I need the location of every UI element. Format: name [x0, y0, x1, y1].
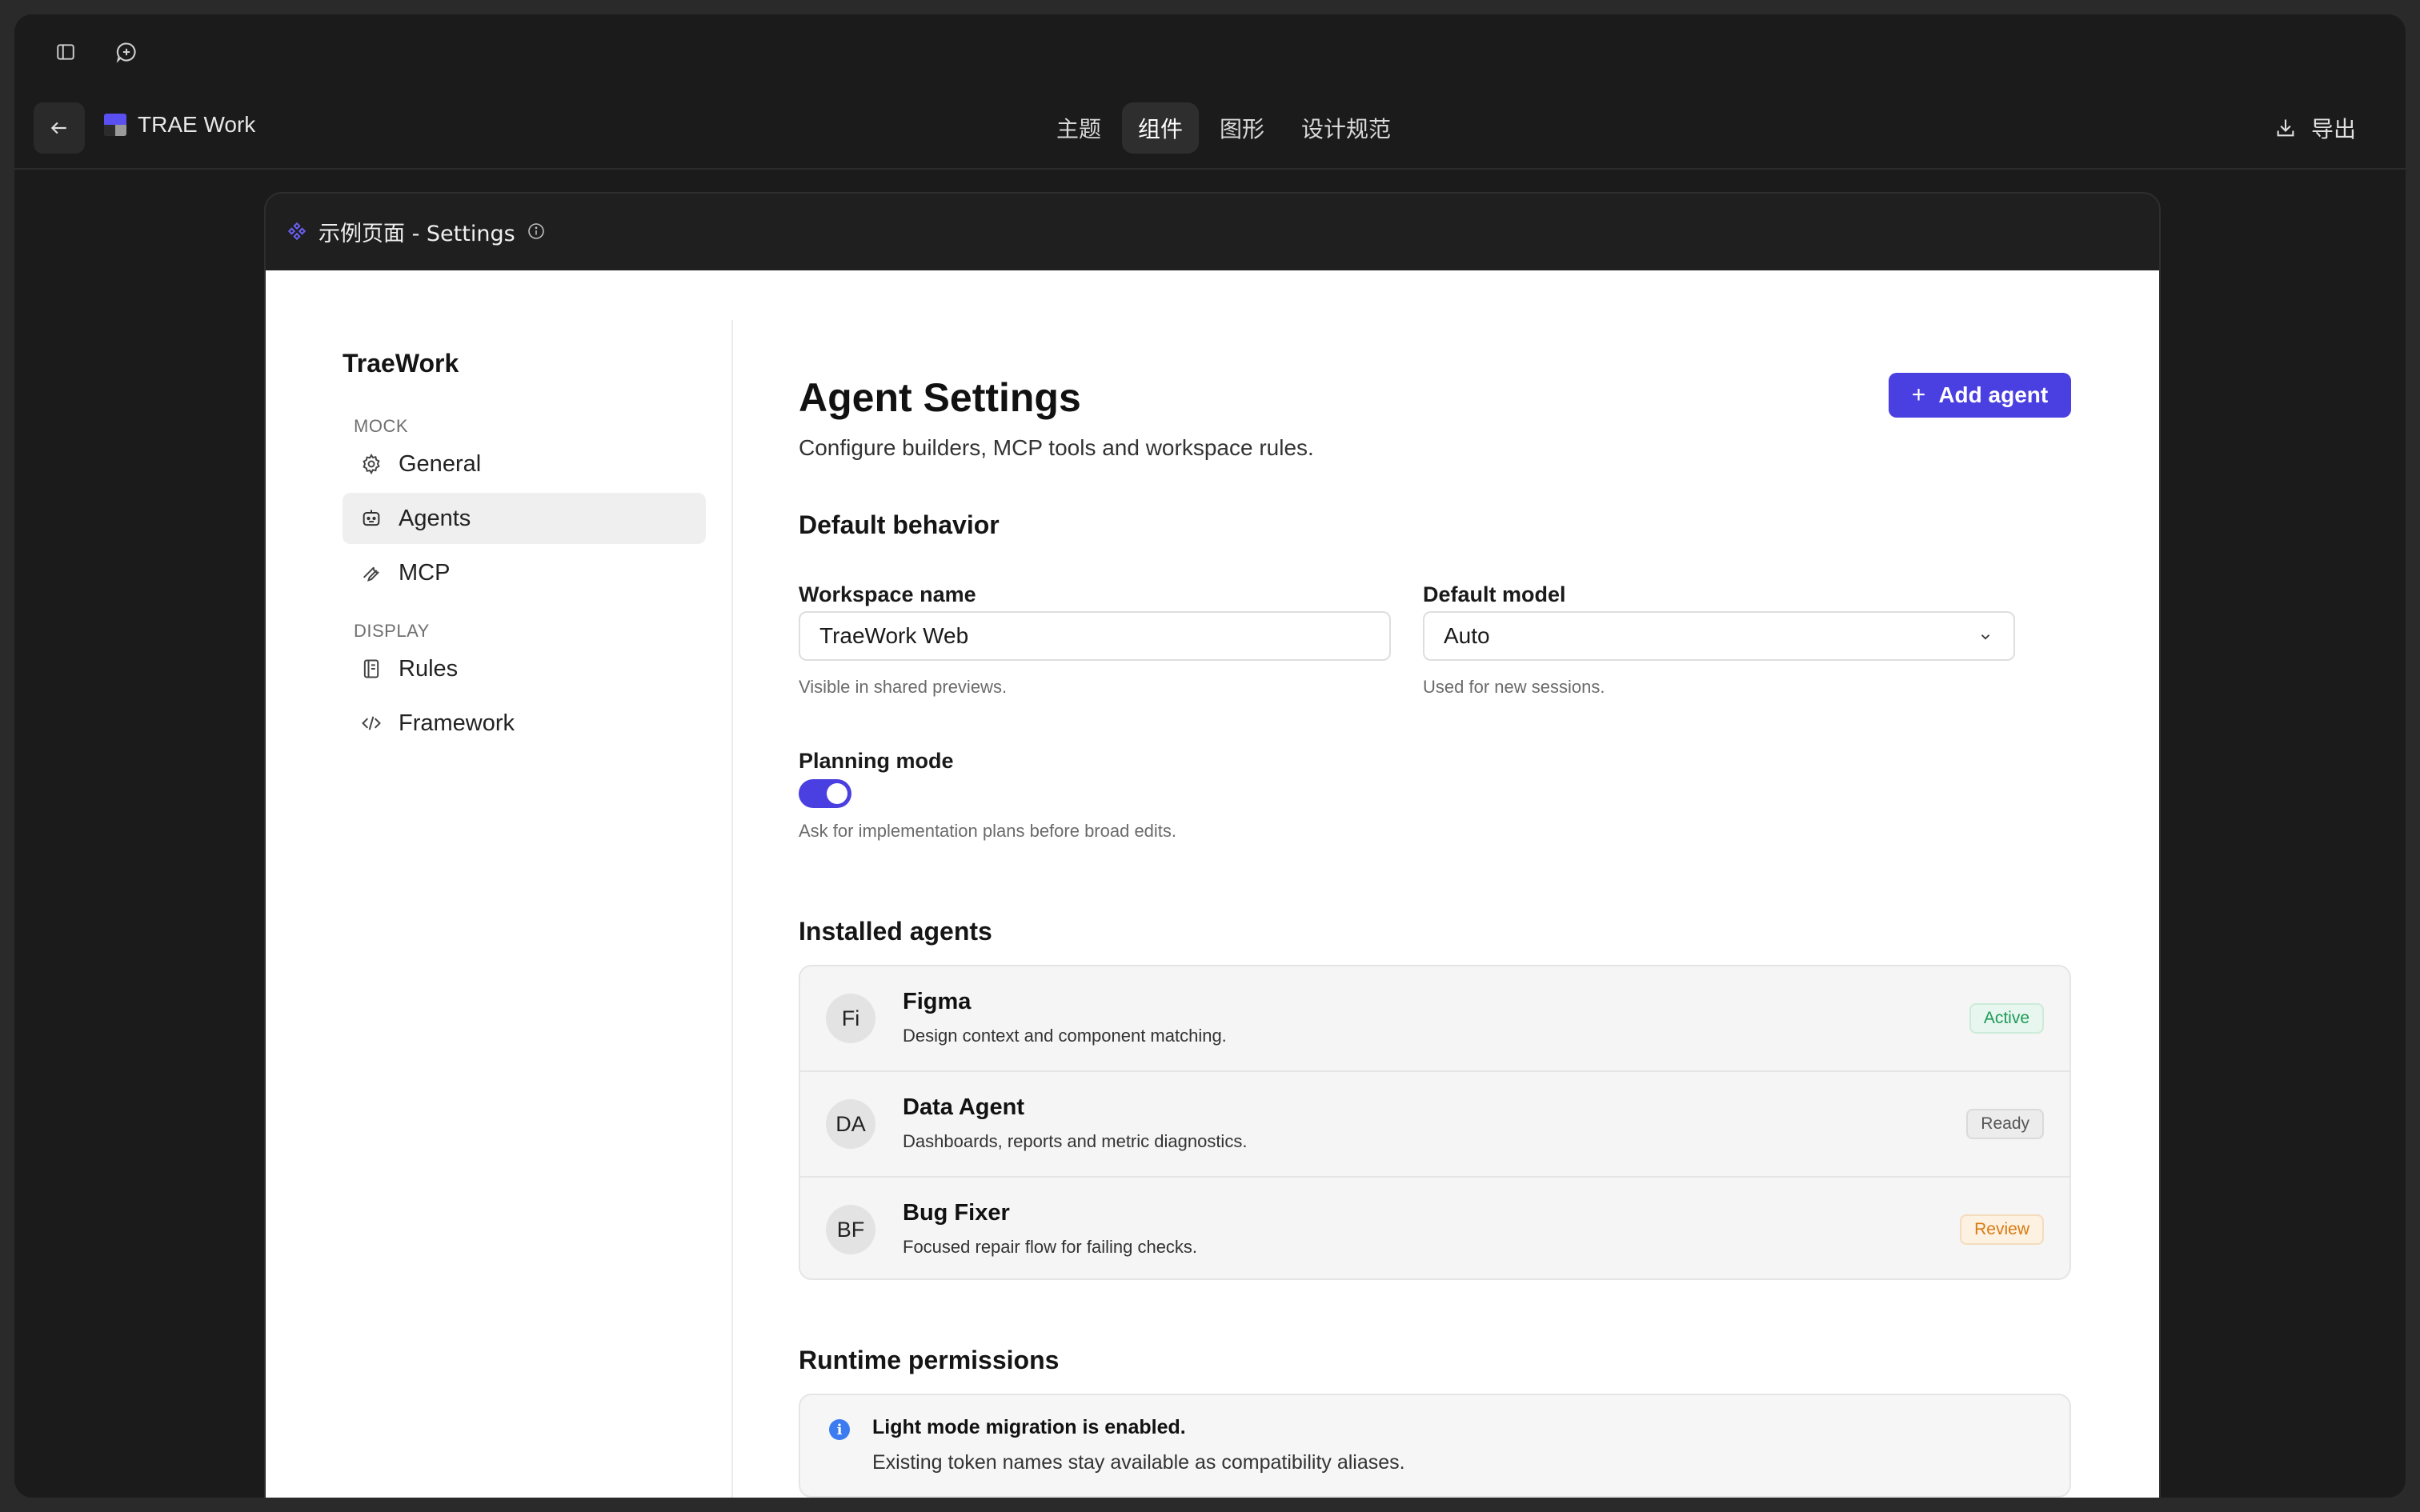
plus-icon: + — [1911, 382, 1926, 408]
export-label: 导出 — [2310, 116, 2356, 142]
agent-name: Figma — [903, 989, 972, 1014]
top-tabs: 主题 组件 图形 设计规范 — [1040, 102, 1407, 154]
brand-name: TRAE Work — [138, 112, 256, 137]
sidebar-toggle-icon[interactable] — [46, 33, 85, 71]
book-icon — [363, 659, 379, 678]
preview-title: 示例页面 - Settings — [319, 221, 515, 246]
installed-agents-heading: Installed agents — [799, 917, 992, 946]
agent-name: Bug Fixer — [903, 1200, 1010, 1226]
agent-description: Dashboards, reports and metric diagnosti… — [903, 1131, 1248, 1151]
download-icon — [2277, 119, 2294, 137]
sidebar-title: TraeWork — [343, 349, 459, 378]
wrench-icon — [363, 566, 379, 582]
sidebar-section-display: DISPLAY — [354, 621, 430, 641]
list-item[interactable]: BF Bug Fixer Focused repair flow for fai… — [800, 1178, 2069, 1278]
preview-frame: 示例页面 - Settings TraeWork MOCK General Ag… — [264, 192, 2161, 1498]
workspace-name-input[interactable]: TraeWork Web — [799, 611, 1391, 661]
info-icon: i — [829, 1419, 850, 1440]
arrow-left-icon — [50, 122, 66, 134]
tab-components[interactable]: 组件 — [1122, 102, 1200, 154]
default-model-label: Default model — [1423, 582, 1566, 606]
info-icon[interactable] — [527, 222, 546, 241]
back-button[interactable] — [34, 102, 85, 154]
export-button[interactable]: 导出 — [2274, 112, 2356, 144]
add-agent-label: Add agent — [1938, 382, 2049, 407]
toggle-knob — [827, 783, 847, 804]
workspace-name-hint: Visible in shared previews. — [799, 677, 1008, 697]
page-title: Agent Settings — [799, 375, 1081, 420]
settings-main: Agent Settings Configure builders, MCP t… — [799, 270, 2159, 1498]
sidebar-item-label: General — [399, 450, 482, 477]
tab-graphics[interactable]: 图形 — [1204, 102, 1280, 154]
sidebar-item-label: Agents — [399, 505, 471, 531]
status-badge: Active — [1969, 1003, 2044, 1034]
sidebar-item-mcp[interactable]: MCP — [343, 547, 706, 598]
workspace-name-label: Workspace name — [799, 582, 976, 606]
list-item[interactable]: Fi Figma Design context and component ma… — [800, 966, 2069, 1072]
add-agent-button[interactable]: + Add agent — [1889, 373, 2071, 418]
bot-icon — [363, 510, 380, 526]
settings-page: TraeWork MOCK General Agents MCP DISPLAY — [266, 270, 2159, 1498]
avatar: Fi — [826, 994, 875, 1043]
component-icon — [287, 222, 307, 241]
sidebar-item-framework[interactable]: Framework — [343, 698, 706, 749]
runtime-permissions-heading: Runtime permissions — [799, 1346, 1060, 1374]
default-behavior-heading: Default behavior — [799, 510, 1000, 539]
planning-mode-label: Planning mode — [799, 749, 954, 773]
alert-text: Existing token names stay available as c… — [872, 1451, 1405, 1474]
default-model-value: Auto — [1444, 623, 1490, 648]
avatar: BF — [826, 1205, 875, 1254]
trae-logo-icon — [104, 114, 126, 136]
agent-description: Focused repair flow for failing checks. — [903, 1237, 1198, 1257]
installed-agents-list: Fi Figma Design context and component ma… — [799, 965, 2071, 1280]
top-bar: TRAE Work 主题 组件 图形 设计规范 导出 — [14, 14, 2406, 170]
code-icon — [362, 716, 381, 730]
new-chat-icon[interactable] — [107, 33, 146, 71]
preview-header: 示例页面 - Settings — [266, 194, 2159, 269]
sidebar-item-rules[interactable]: Rules — [343, 643, 706, 694]
default-model-hint: Used for new sessions. — [1423, 677, 1605, 697]
sidebar-item-agents[interactable]: Agents — [343, 493, 706, 544]
sidebar-item-label: MCP — [399, 559, 451, 586]
workspace-name-value: TraeWork Web — [819, 623, 969, 648]
default-model-select[interactable]: Auto — [1423, 611, 2015, 661]
planning-mode-toggle[interactable] — [799, 779, 851, 808]
page-subtitle: Configure builders, MCP tools and worksp… — [799, 435, 1314, 460]
chevron-down-icon — [1981, 634, 1990, 640]
status-badge: Review — [1960, 1214, 2044, 1245]
avatar: DA — [826, 1099, 875, 1149]
brand: TRAE Work — [104, 112, 255, 138]
sidebar-item-label: Rules — [399, 655, 459, 682]
sidebar-section-mock: MOCK — [354, 416, 408, 436]
sidebar-item-general[interactable]: General — [343, 438, 706, 490]
tab-design-spec[interactable]: 设计规范 — [1285, 102, 1407, 154]
app-window: TRAE Work 主题 组件 图形 设计规范 导出 示例页面 - Settin… — [14, 14, 2406, 1498]
agent-name: Data Agent — [903, 1094, 1024, 1120]
tab-theme[interactable]: 主题 — [1040, 102, 1117, 154]
sidebar-item-label: Framework — [399, 710, 515, 736]
planning-mode-hint: Ask for implementation plans before broa… — [799, 821, 1177, 841]
settings-sidebar: TraeWork MOCK General Agents MCP DISPLAY — [266, 320, 733, 1498]
info-alert: i Light mode migration is enabled. Exist… — [799, 1394, 2071, 1498]
agent-description: Design context and component matching. — [903, 1026, 1227, 1046]
gear-icon — [363, 453, 380, 475]
status-badge: Ready — [1966, 1109, 2044, 1139]
alert-title: Light mode migration is enabled. — [872, 1416, 1186, 1438]
list-item[interactable]: DA Data Agent Dashboards, reports and me… — [800, 1072, 2069, 1178]
